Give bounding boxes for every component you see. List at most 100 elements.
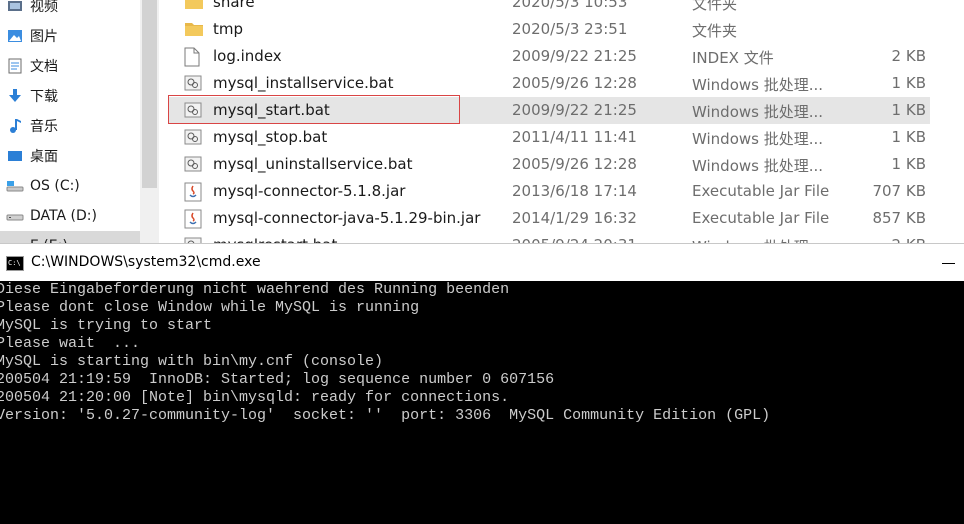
sidebar-item[interactable]: 视频 xyxy=(0,0,140,21)
navigation-pane: 视频图片文档下载音乐桌面 OS (C:) DATA (D:) E (E:) xyxy=(0,0,140,243)
file-date-modified: 2005/9/24 20:31 xyxy=(512,236,637,243)
sidebar-item-label: 桌面 xyxy=(30,149,58,165)
console-line: MySQL is trying to start xyxy=(0,317,213,334)
console-line: 200504 21:20:00 [Note] bin\mysqld: ready… xyxy=(0,389,510,406)
file-date-modified: 2005/9/26 12:28 xyxy=(512,155,637,173)
file-type: Executable Jar File xyxy=(692,182,830,200)
file-date-modified: 2020/5/3 23:51 xyxy=(512,20,628,38)
file-date-modified: 2009/9/22 21:25 xyxy=(512,101,637,119)
cmd-app-icon: C:\ xyxy=(6,256,24,271)
file-date-modified: 2014/1/29 16:32 xyxy=(512,209,637,227)
downloads-icon xyxy=(5,86,25,106)
desktop-icon xyxy=(5,146,25,166)
cmd-window: C:\ C:\WINDOWS\system32\cmd.exe Diese Ei… xyxy=(0,243,964,524)
file-type: INDEX 文件 xyxy=(692,49,774,67)
sidebar-item[interactable]: 音乐 xyxy=(0,111,140,141)
file-date-modified: 2013/6/18 17:14 xyxy=(512,182,637,200)
jar-file-icon xyxy=(184,209,204,229)
file-explorer: 视频图片文档下载音乐桌面 OS (C:) DATA (D:) E (E:) share… xyxy=(0,0,964,243)
folder-icon xyxy=(184,20,204,40)
file-name: mysqlrestart.bat xyxy=(213,236,337,243)
batch-file-icon xyxy=(184,128,204,148)
file-type: Windows 批处理... xyxy=(692,130,824,148)
file-row[interactable]: mysql-connector-5.1.8.jar 2013/6/18 17:14… xyxy=(168,178,930,205)
sidebar-item-label: OS (C:) xyxy=(30,178,80,194)
file-name: mysql_start.bat xyxy=(213,101,330,119)
file-type: Windows 批处理... xyxy=(692,157,824,175)
file-name: mysql-connector-java-5.1.29-bin.jar xyxy=(213,209,481,227)
file-type: Windows 批处理... xyxy=(692,103,824,121)
batch-file-icon xyxy=(184,74,204,94)
sidebar-item[interactable]: E (E:) xyxy=(0,231,140,243)
cmd-window-title: C:\WINDOWS\system32\cmd.exe xyxy=(31,254,261,270)
folder-icon xyxy=(184,0,204,13)
console-line: 200504 21:19:59 InnoDB: Started; log seq… xyxy=(0,371,555,388)
file-name: mysql_installservice.bat xyxy=(213,74,394,92)
cmd-title-bar[interactable]: C:\ C:\WINDOWS\system32\cmd.exe xyxy=(0,243,964,281)
file-row[interactable]: mysqlrestart.bat 2005/9/24 20:31 Windows 批… xyxy=(168,232,930,243)
video-icon xyxy=(5,0,25,16)
file-row[interactable]: mysql_stop.bat 2011/4/11 11:41 Windows 批处理… xyxy=(168,124,930,151)
file-row[interactable]: mysql_uninstallservice.bat 2005/9/26 12:2… xyxy=(168,151,930,178)
drive-icon xyxy=(5,236,25,243)
file-size: 1 KB xyxy=(891,101,926,119)
documents-icon xyxy=(5,56,25,76)
music-icon xyxy=(5,116,25,136)
console-output[interactable]: Diese Eingabeforderung nicht waehrend de… xyxy=(0,281,964,524)
file-type: 文件夹 xyxy=(692,22,738,40)
sidebar-item[interactable]: OS (C:) xyxy=(0,171,140,201)
sidebar-item-label: 视频 xyxy=(30,0,58,15)
file-row[interactable]: tmp 2020/5/3 23:51 文件夹 xyxy=(168,16,930,43)
drive-icon xyxy=(5,206,25,226)
sidebar-item-label: DATA (D:) xyxy=(30,208,97,224)
file-size: 1 KB xyxy=(891,128,926,146)
jar-file-icon xyxy=(184,182,204,202)
file-type: Executable Jar File xyxy=(692,209,830,227)
file-name: mysql_uninstallservice.bat xyxy=(213,155,413,173)
file-date-modified: 2011/4/11 11:41 xyxy=(512,128,637,146)
sidebar-item-label: 下载 xyxy=(30,89,58,105)
file-type: 文件夹 xyxy=(692,0,738,13)
minimize-icon xyxy=(942,263,955,264)
file-row[interactable]: mysql_installservice.bat 2005/9/26 12:28 W… xyxy=(168,70,930,97)
navigation-scrollbar[interactable] xyxy=(140,0,159,243)
sidebar-item-label: 图片 xyxy=(30,29,58,45)
sidebar-item-label: 音乐 xyxy=(30,119,58,135)
file-size: 857 KB xyxy=(872,209,926,227)
file-row[interactable]: mysql_start.bat 2009/9/22 21:25 Windows 批处… xyxy=(168,97,930,124)
batch-file-icon xyxy=(184,155,204,175)
batch-file-icon xyxy=(184,101,204,121)
minimize-button[interactable] xyxy=(930,248,964,278)
file-date-modified: 2009/9/22 21:25 xyxy=(512,47,637,65)
file-row[interactable]: mysql-connector-java-5.1.29-bin.jar 2014/… xyxy=(168,205,930,232)
file-name: mysql-connector-5.1.8.jar xyxy=(213,182,406,200)
file-size: 1 KB xyxy=(891,74,926,92)
file-row[interactable]: share 2020/5/3 10:53 文件夹 xyxy=(168,0,930,16)
file-type: Windows 批处理... xyxy=(692,236,823,243)
drive-c-icon xyxy=(5,176,25,196)
console-line: Please dont close Window while MySQL is … xyxy=(0,299,420,316)
file-name: share xyxy=(213,0,255,11)
sidebar-item[interactable]: 下载 xyxy=(0,81,140,111)
file-type: Windows 批处理... xyxy=(692,76,824,94)
file-size: 1 KB xyxy=(891,155,926,173)
sidebar-item[interactable]: 桌面 xyxy=(0,141,140,171)
scrollbar-thumb[interactable] xyxy=(142,0,157,188)
sidebar-item[interactable]: DATA (D:) xyxy=(0,201,140,231)
console-line: Version: '5.0.27-community-log' socket: … xyxy=(0,407,771,424)
file-size: 2 KB xyxy=(892,236,926,243)
pictures-icon xyxy=(5,26,25,46)
file-row[interactable]: log.index 2009/9/22 21:25 INDEX 文件 2 KB xyxy=(168,43,930,70)
file-date-modified: 2020/5/3 10:53 xyxy=(512,0,628,11)
file-icon xyxy=(184,47,204,67)
file-name: log.index xyxy=(213,47,282,65)
file-name: tmp xyxy=(213,20,244,38)
file-size: 707 KB xyxy=(872,182,926,200)
file-size: 2 KB xyxy=(891,47,926,65)
file-date-modified: 2005/9/26 12:28 xyxy=(512,74,637,92)
console-line: Please wait ... xyxy=(0,335,141,352)
sidebar-item-label: 文档 xyxy=(30,59,58,75)
sidebar-item[interactable]: 文档 xyxy=(0,51,140,81)
sidebar-item[interactable]: 图片 xyxy=(0,21,140,51)
file-name: mysql_stop.bat xyxy=(213,128,328,146)
